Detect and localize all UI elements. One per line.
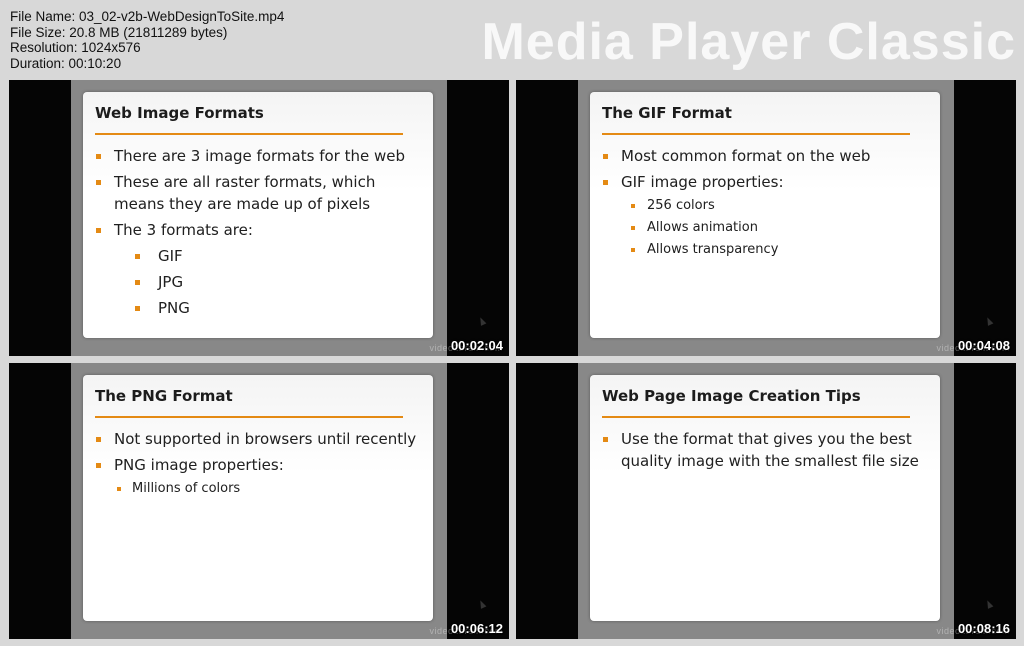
duration-text: Duration: 00:10:20 bbox=[10, 55, 122, 71]
sub-bullet-item: Allows animation bbox=[602, 219, 932, 237]
brand-watermark: Media Player Classic bbox=[481, 13, 1016, 71]
resolution-text: Resolution: 1024x576 bbox=[10, 40, 141, 55]
bullet-item: Not supported in browsers until recently bbox=[95, 428, 425, 450]
thumbnail-2[interactable]: The GIF Format Most common format on the… bbox=[516, 80, 1016, 356]
letterbox-left bbox=[516, 80, 578, 356]
bullet-item: Most common format on the web bbox=[602, 145, 932, 167]
title-underline bbox=[602, 133, 910, 135]
letterbox-left bbox=[516, 363, 578, 639]
title-underline bbox=[95, 133, 403, 135]
letterbox-left bbox=[9, 363, 71, 639]
bullet-item: Use the format that gives you the best q… bbox=[602, 428, 932, 472]
sub-bullet-item: PNG bbox=[95, 297, 425, 319]
slide: Web Image Formats There are 3 image form… bbox=[83, 92, 433, 338]
letterbox-right bbox=[447, 363, 509, 639]
slide-title: The GIF Format bbox=[602, 104, 732, 122]
bullet-list: Use the format that gives you the best q… bbox=[602, 428, 932, 476]
file-name-text: File Name: 03_02-v2b-WebDesignToSite.mp4 bbox=[10, 9, 285, 24]
bullet-list: There are 3 image formats for the web Th… bbox=[95, 145, 425, 323]
bullet-item: The 3 formats are: bbox=[95, 219, 425, 241]
sub-bullet-item: JPG bbox=[95, 271, 425, 293]
bullet-item: PNG image properties: bbox=[95, 454, 425, 476]
slide-title: Web Page Image Creation Tips bbox=[602, 387, 861, 405]
timestamp-label: 00:04:08 bbox=[957, 338, 1010, 353]
letterbox-right bbox=[954, 80, 1016, 356]
bullet-item: GIF image properties: bbox=[602, 171, 932, 193]
slide: Web Page Image Creation Tips Use the for… bbox=[590, 375, 940, 621]
sub-bullet-item: 256 colors bbox=[602, 197, 932, 215]
thumbnail-3[interactable]: The PNG Format Not supported in browsers… bbox=[9, 363, 509, 639]
file-info-panel: File Name: 03_02-v2b-WebDesignToSite.mp4… bbox=[10, 9, 284, 71]
title-underline bbox=[95, 416, 403, 418]
slide: The PNG Format Not supported in browsers… bbox=[83, 375, 433, 621]
bullet-list: Most common format on the web GIF image … bbox=[602, 145, 932, 263]
letterbox-right bbox=[447, 80, 509, 356]
title-underline bbox=[602, 416, 910, 418]
timestamp-label: 00:06:12 bbox=[450, 621, 503, 636]
bullet-item: There are 3 image formats for the web bbox=[95, 145, 425, 167]
thumbnail-4[interactable]: Web Page Image Creation Tips Use the for… bbox=[516, 363, 1016, 639]
letterbox-right bbox=[954, 363, 1016, 639]
letterbox-left bbox=[9, 80, 71, 356]
sub-bullet-item: GIF bbox=[95, 245, 425, 267]
sub-bullet-item: Millions of colors bbox=[95, 480, 425, 498]
slide-title: Web Image Formats bbox=[95, 104, 264, 122]
thumbnail-1[interactable]: Web Image Formats There are 3 image form… bbox=[9, 80, 509, 356]
slide: The GIF Format Most common format on the… bbox=[590, 92, 940, 338]
bullet-item: These are all raster formats, which mean… bbox=[95, 171, 425, 215]
file-size-text: File Size: 20.8 MB (21811289 bytes) bbox=[10, 24, 228, 40]
bullet-list: Not supported in browsers until recently… bbox=[95, 428, 425, 502]
sub-bullet-item: Allows transparency bbox=[602, 241, 932, 259]
timestamp-label: 00:02:04 bbox=[450, 338, 503, 353]
timestamp-label: 00:08:16 bbox=[957, 621, 1010, 636]
slide-title: The PNG Format bbox=[95, 387, 233, 405]
